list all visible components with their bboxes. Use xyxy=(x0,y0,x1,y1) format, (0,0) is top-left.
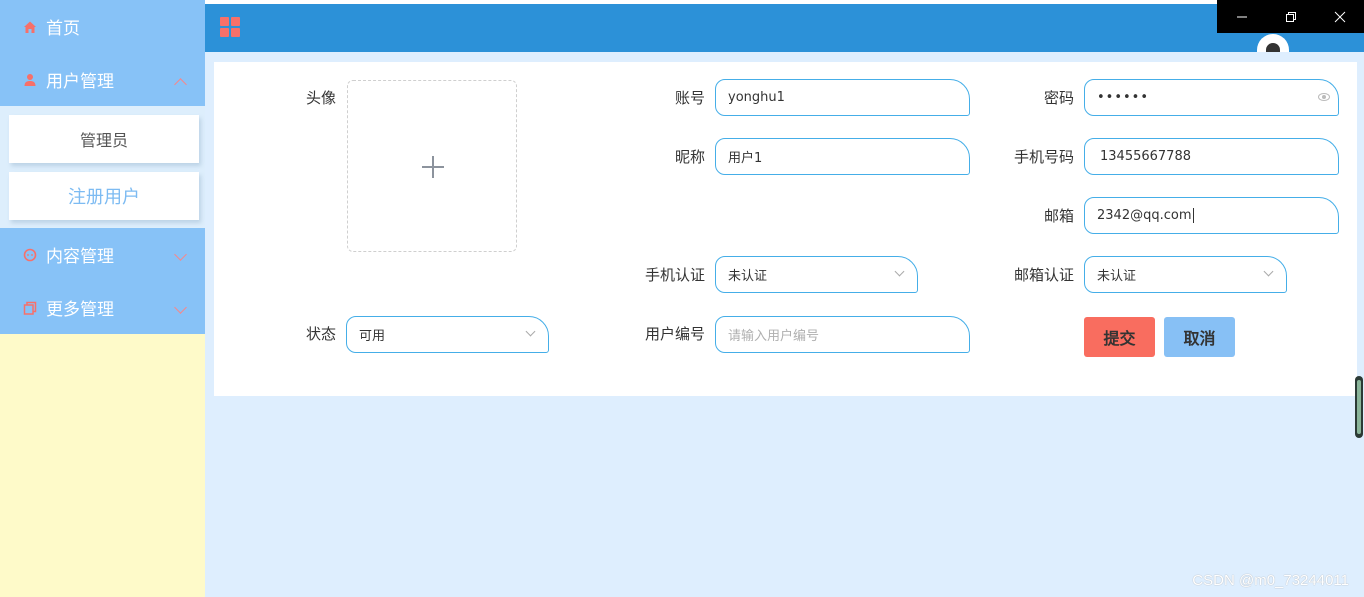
password-field[interactable]: •••••• xyxy=(1084,79,1339,116)
sidebar-item-label: 用户管理 xyxy=(46,72,114,92)
restore-button[interactable] xyxy=(1266,0,1315,33)
sidebar: 首页 用户管理 管理员 注册用户 内容管理 更多管理 xyxy=(0,0,205,597)
user-number-field[interactable]: 请输入用户编号 xyxy=(715,316,970,353)
cancel-button[interactable]: 取消 xyxy=(1164,317,1235,357)
sidebar-submenu: 管理员 注册用户 xyxy=(0,106,205,228)
email-verify-label: 邮箱认证 xyxy=(1013,266,1074,284)
phone-label: 手机号码 xyxy=(1013,148,1074,166)
user-icon xyxy=(22,72,38,88)
phone-verify-select[interactable]: 未认证 xyxy=(715,256,918,293)
status-value: 可用 xyxy=(359,329,386,344)
sidebar-subitem-admin[interactable]: 管理员 xyxy=(9,115,199,163)
user-number-label: 用户编号 xyxy=(644,325,705,343)
app-root: 首页 用户管理 管理员 注册用户 内容管理 更多管理 头像 账号 yonghu1… xyxy=(0,0,1364,597)
sidebar-item-label: 首页 xyxy=(46,19,80,39)
email-verify-value: 未认证 xyxy=(1097,269,1137,284)
copy-icon xyxy=(22,300,38,316)
phone-verify-value: 未认证 xyxy=(728,269,768,284)
scrollbar[interactable] xyxy=(1354,376,1364,438)
nickname-value: 用户1 xyxy=(728,151,763,166)
chevron-down-icon xyxy=(174,301,187,314)
submit-button[interactable]: 提交 xyxy=(1084,317,1155,357)
user-number-placeholder: 请输入用户编号 xyxy=(728,329,820,344)
account-field[interactable]: yonghu1 xyxy=(715,79,970,116)
email-field[interactable]: 2342@qq.com xyxy=(1084,197,1339,234)
password-value: •••••• xyxy=(1097,90,1150,105)
email-value: 2342@qq.com xyxy=(1097,208,1192,223)
watermark: CSDN @m0_73244011 xyxy=(1192,572,1349,589)
close-button[interactable] xyxy=(1315,0,1364,33)
sidebar-menu: 首页 用户管理 xyxy=(0,0,205,106)
grid-menu-icon[interactable] xyxy=(220,17,241,38)
sidebar-item-user-management[interactable]: 用户管理 xyxy=(0,53,205,106)
nickname-label: 昵称 xyxy=(674,148,705,166)
password-label: 密码 xyxy=(1043,89,1074,107)
window-controls xyxy=(1217,0,1364,33)
account-value: yonghu1 xyxy=(728,90,785,105)
home-icon xyxy=(22,19,38,35)
email-label: 邮箱 xyxy=(1043,207,1074,225)
chevron-up-icon xyxy=(174,78,187,91)
eye-icon[interactable] xyxy=(1318,93,1330,101)
nickname-field[interactable]: 用户1 xyxy=(715,138,970,175)
sidebar-item-content-management[interactable]: 内容管理 xyxy=(0,228,205,281)
status-select[interactable]: 可用 xyxy=(346,316,549,353)
avatar[interactable] xyxy=(1257,34,1289,52)
chat-icon xyxy=(22,247,38,263)
scrollbar-thumb[interactable] xyxy=(1355,376,1363,438)
user-form-card: 头像 账号 yonghu1 密码 •••••• 昵称 用户1 手机号码 1345… xyxy=(214,62,1357,396)
phone-verify-label: 手机认证 xyxy=(644,266,705,284)
status-label: 状态 xyxy=(305,325,336,343)
email-verify-select[interactable]: 未认证 xyxy=(1084,256,1287,293)
sidebar-menu-lower: 内容管理 更多管理 xyxy=(0,228,205,334)
sidebar-item-label: 更多管理 xyxy=(46,300,114,320)
chevron-down-icon xyxy=(525,326,536,337)
chevron-down-icon xyxy=(894,266,905,277)
chevron-down-icon xyxy=(1263,266,1274,277)
minimize-button[interactable] xyxy=(1217,0,1266,33)
account-label: 账号 xyxy=(674,89,705,107)
sidebar-item-home[interactable]: 首页 xyxy=(0,0,205,53)
phone-field[interactable]: 13455667788 xyxy=(1084,138,1339,175)
sidebar-item-label: 内容管理 xyxy=(46,247,114,267)
header-bar xyxy=(205,4,1364,52)
text-cursor xyxy=(1192,208,1194,223)
sidebar-item-more-management[interactable]: 更多管理 xyxy=(0,281,205,334)
avatar-uploader[interactable] xyxy=(347,80,517,252)
avatar-label: 头像 xyxy=(305,89,336,107)
sidebar-subitem-registered-users[interactable]: 注册用户 xyxy=(9,172,199,220)
phone-value: 13455667788 xyxy=(1100,149,1191,164)
chevron-down-icon xyxy=(174,248,187,261)
